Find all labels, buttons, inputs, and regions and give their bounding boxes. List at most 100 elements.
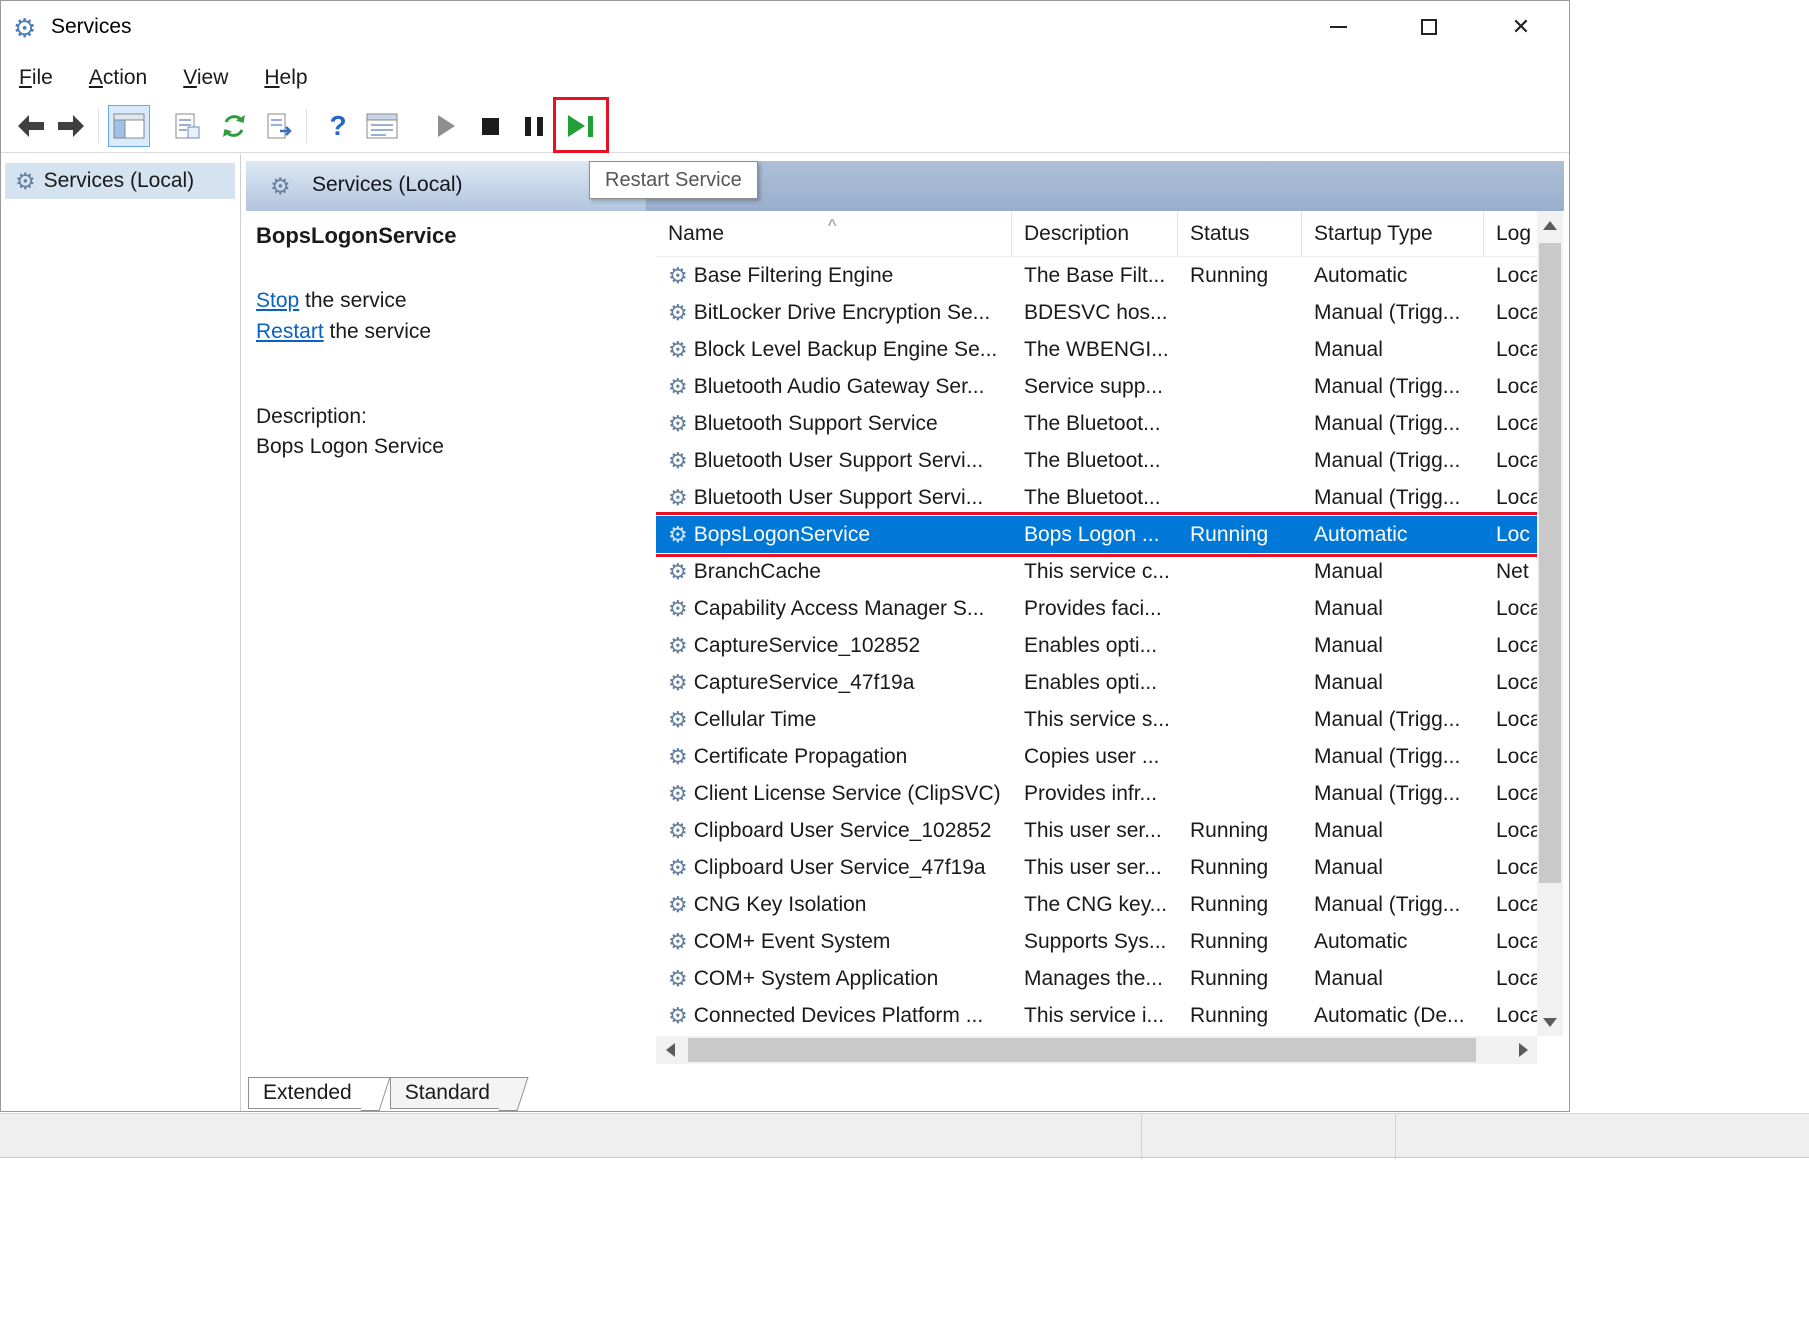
scroll-down-button[interactable] (1537, 1008, 1563, 1036)
table-row[interactable]: ⚙COM+ System Application Manages the... … (656, 960, 1537, 997)
column-header-name[interactable]: ^ Name (656, 211, 1012, 256)
back-button[interactable] (10, 105, 52, 147)
cell-description: The Bluetoot... (1012, 442, 1178, 479)
tab-standard[interactable]: Standard (390, 1077, 514, 1109)
column-header-description[interactable]: Description (1012, 211, 1178, 256)
table-row[interactable]: ⚙Connected Devices Platform ... This ser… (656, 997, 1537, 1034)
scroll-left-button[interactable] (656, 1036, 684, 1064)
horizontal-scrollbar[interactable] (656, 1036, 1537, 1064)
table-row[interactable]: ⚙Clipboard User Service_102852 This user… (656, 812, 1537, 849)
scroll-left-icon (666, 1043, 675, 1057)
forward-button[interactable] (50, 105, 92, 147)
service-gear-icon: ⚙ (668, 479, 688, 516)
table-row[interactable]: ⚙BopsLogonService Bops Logon ... Running… (656, 516, 1537, 553)
cell-status (1178, 405, 1302, 442)
cell-service-name: BitLocker Drive Encryption Se... (694, 294, 990, 331)
cell-status: Running (1178, 960, 1302, 997)
table-row[interactable]: ⚙Bluetooth User Support Servi... The Blu… (656, 479, 1537, 516)
horizontal-scroll-thumb[interactable] (688, 1038, 1476, 1062)
cell-log-on-as: Loc (1484, 516, 1537, 553)
restart-service-link[interactable]: Restart (256, 320, 324, 343)
cell-description: BDESVC hos... (1012, 294, 1178, 331)
service-gear-icon: ⚙ (668, 257, 688, 294)
cell-log-on-as: Loca (1484, 405, 1537, 442)
start-service-button[interactable] (425, 105, 467, 147)
refresh-button[interactable] (213, 105, 255, 147)
cell-startup-type: Manual (Trigg... (1302, 701, 1484, 738)
service-gear-icon: ⚙ (668, 368, 688, 405)
stop-service-icon (482, 118, 499, 135)
table-row[interactable]: ⚙BitLocker Drive Encryption Se... BDESVC… (656, 294, 1537, 331)
service-gear-icon: ⚙ (668, 627, 688, 664)
maximize-icon (1421, 19, 1437, 35)
minimize-button[interactable] (1307, 1, 1369, 53)
sort-ascending-icon: ^ (828, 211, 836, 249)
menu-help[interactable]: Help (264, 66, 307, 90)
properties-icon (173, 112, 201, 140)
window-list-button[interactable] (361, 105, 403, 147)
show-console-tree-button[interactable] (108, 105, 150, 147)
forward-icon (56, 113, 86, 139)
tab-extended[interactable]: Extended (248, 1077, 376, 1109)
vertical-scroll-thumb[interactable] (1539, 243, 1561, 883)
column-header-status[interactable]: Status (1178, 211, 1302, 256)
menu-action[interactable]: Action (89, 66, 147, 90)
restart-service-button[interactable] (559, 105, 601, 147)
table-row[interactable]: ⚙Client License Service (ClipSVC) Provid… (656, 775, 1537, 812)
table-row[interactable]: ⚙CaptureService_47f19a Enables opti... M… (656, 664, 1537, 701)
table-row[interactable]: ⚙Base Filtering Engine The Base Filt... … (656, 257, 1537, 294)
column-header-startup-type[interactable]: Startup Type (1302, 211, 1484, 256)
close-button[interactable]: ✕ (1490, 1, 1552, 53)
vertical-scrollbar[interactable] (1537, 211, 1563, 1036)
table-row[interactable]: ⚙Capability Access Manager S... Provides… (656, 590, 1537, 627)
menubar: File Action View Help (1, 57, 1569, 99)
window-title: Services (51, 15, 132, 39)
cell-service-name: CaptureService_47f19a (694, 664, 915, 701)
cell-status: Running (1178, 923, 1302, 960)
table-row[interactable]: ⚙Bluetooth User Support Servi... The Blu… (656, 442, 1537, 479)
cell-status: Running (1178, 886, 1302, 923)
table-row[interactable]: ⚙Block Level Backup Engine Se... The WBE… (656, 331, 1537, 368)
cell-service-name: CaptureService_102852 (694, 627, 921, 664)
export-list-button[interactable] (259, 105, 301, 147)
properties-button[interactable] (166, 105, 208, 147)
table-row[interactable]: ⚙CaptureService_102852 Enables opti... M… (656, 627, 1537, 664)
tree-item-services-local[interactable]: ⚙ Services (Local) (5, 163, 235, 199)
help-button[interactable]: ? (317, 105, 359, 147)
table-row[interactable]: ⚙Clipboard User Service_47f19a This user… (656, 849, 1537, 886)
table-row[interactable]: ⚙COM+ Event System Supports Sys... Runni… (656, 923, 1537, 960)
table-row[interactable]: ⚙Cellular Time This service s... Manual … (656, 701, 1537, 738)
menu-view[interactable]: View (183, 66, 228, 90)
stop-service-button[interactable] (469, 105, 511, 147)
cell-service-name: Certificate Propagation (694, 738, 908, 775)
export-list-icon (265, 112, 295, 140)
stop-service-link[interactable]: Stop (256, 289, 299, 312)
table-row[interactable]: ⚙Bluetooth Audio Gateway Ser... Service … (656, 368, 1537, 405)
table-row[interactable]: ⚙Certificate Propagation Copies user ...… (656, 738, 1537, 775)
cell-service-name: Client License Service (ClipSVC) (694, 775, 1001, 812)
scroll-up-button[interactable] (1537, 211, 1563, 239)
cell-service-name: CNG Key Isolation (694, 886, 867, 923)
scroll-up-icon (1543, 221, 1557, 230)
service-gear-icon: ⚙ (668, 738, 688, 775)
maximize-button[interactable] (1398, 1, 1460, 53)
scroll-down-icon (1543, 1018, 1557, 1027)
window-list-icon (366, 113, 398, 139)
table-row[interactable]: ⚙BranchCache This service c... Manual Ne… (656, 553, 1537, 590)
column-header-status-label: Status (1190, 222, 1250, 245)
table-row[interactable]: ⚙CNG Key Isolation The CNG key... Runnin… (656, 886, 1537, 923)
cell-service-name: Block Level Backup Engine Se... (694, 331, 998, 368)
restart-service-line: Restart the service (256, 320, 431, 344)
pause-service-button[interactable] (513, 105, 555, 147)
menu-help-label: H (264, 66, 279, 89)
cell-log-on-as: Net (1484, 553, 1537, 590)
scroll-right-button[interactable] (1509, 1036, 1537, 1064)
cell-startup-type: Manual (Trigg... (1302, 738, 1484, 775)
cell-status (1178, 775, 1302, 812)
cell-description: Supports Sys... (1012, 923, 1178, 960)
menu-file[interactable]: File (19, 66, 53, 90)
column-header-name-label: Name (668, 222, 724, 245)
column-header-log-on-as[interactable]: Log (1484, 211, 1537, 256)
table-row[interactable]: ⚙Bluetooth Support Service The Bluetoot.… (656, 405, 1537, 442)
toolbar-separator (306, 109, 307, 143)
